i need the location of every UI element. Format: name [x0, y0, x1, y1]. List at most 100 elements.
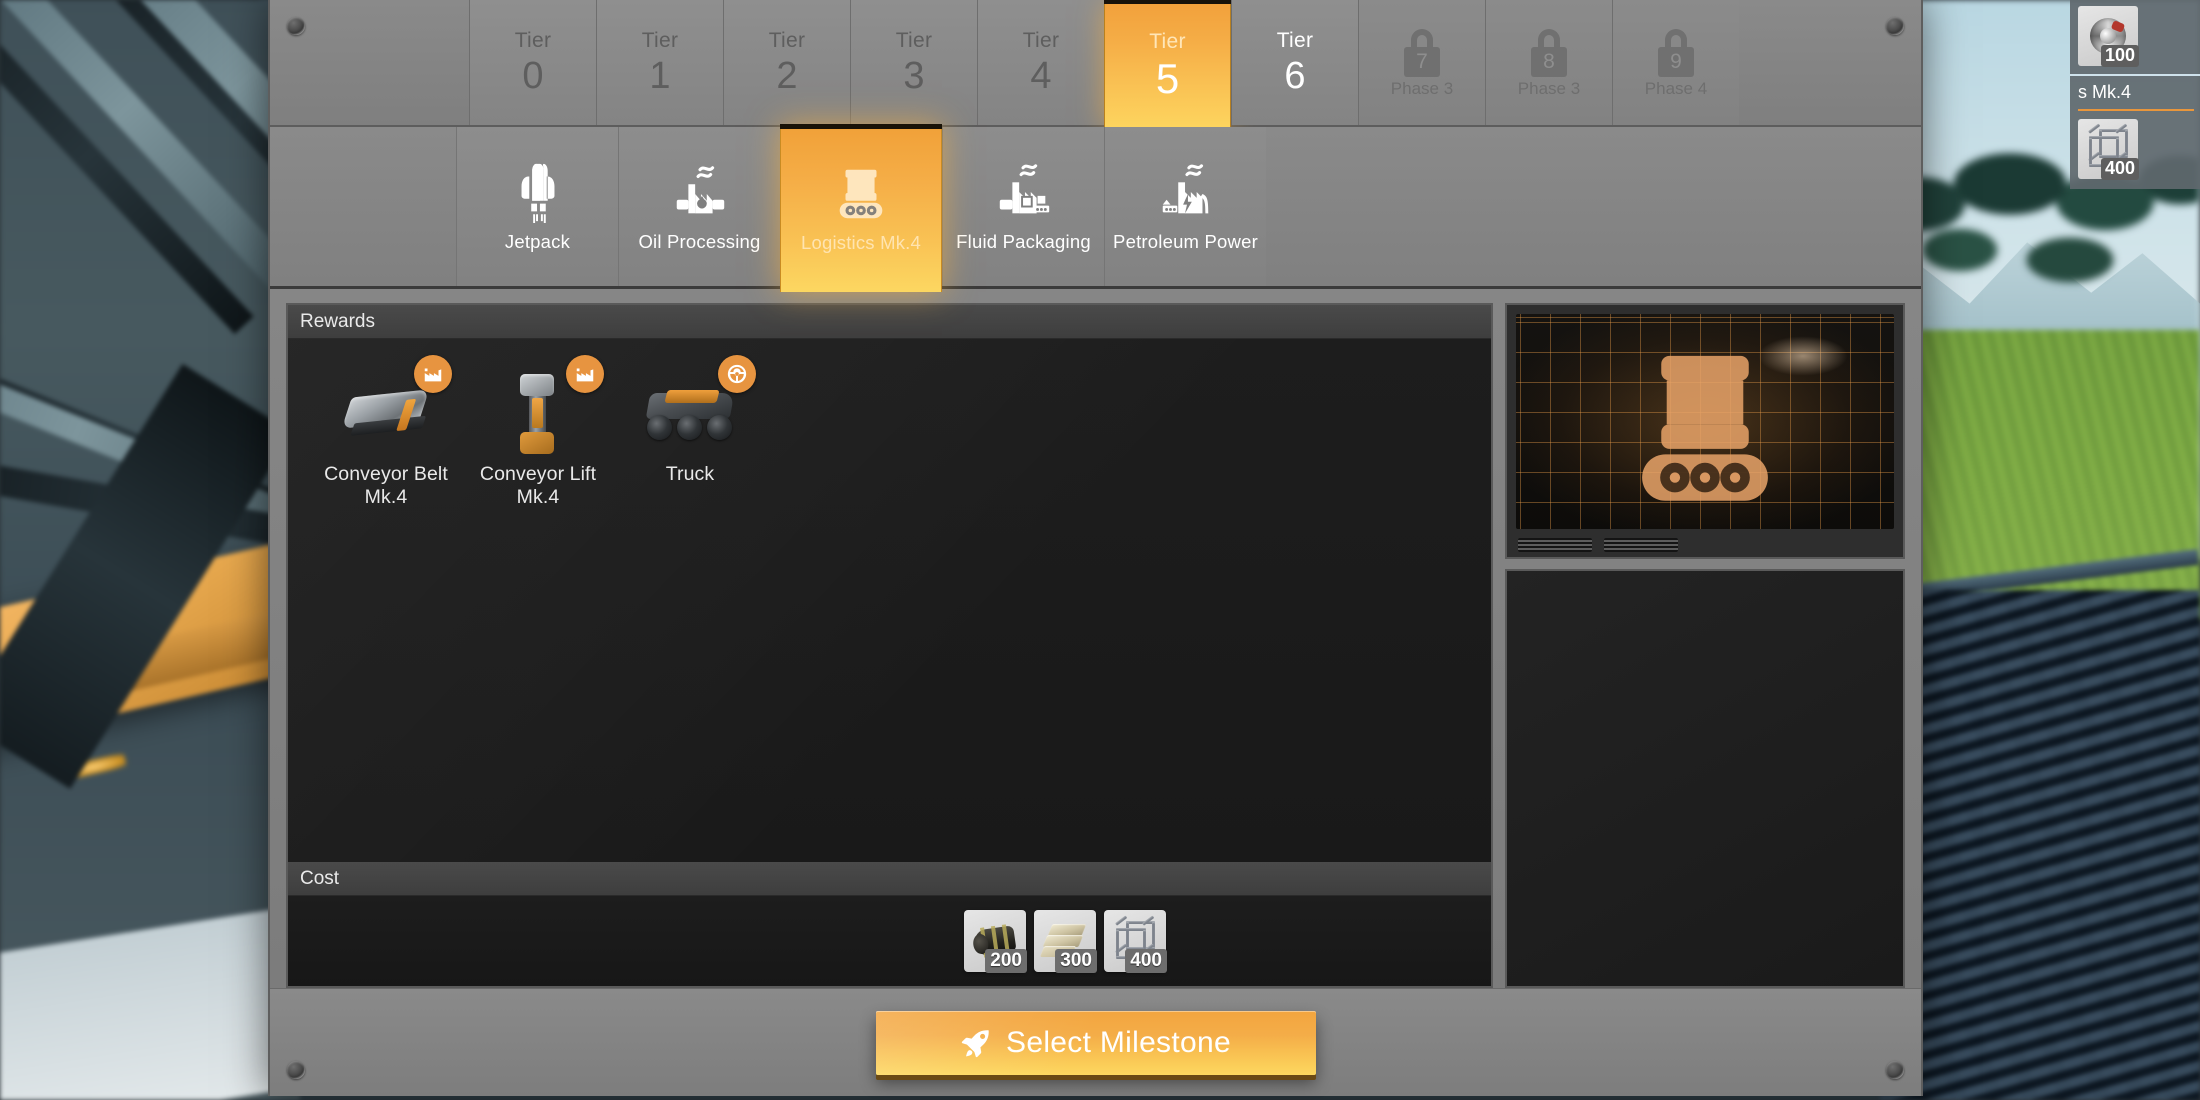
- reward-name: Conveyor Belt Mk.4: [324, 463, 448, 508]
- milestone-label: Jetpack: [504, 230, 571, 252]
- cost-list: 200 300 400: [288, 896, 1491, 986]
- milestone-tab-oil-processing[interactable]: Oil Processing: [618, 127, 780, 286]
- tier-number: 9: [1658, 46, 1694, 77]
- vent-right: [1604, 538, 1678, 552]
- reward-name-line1: Conveyor Lift: [479, 463, 597, 485]
- reward-name-line1: Conveyor Belt: [324, 463, 448, 485]
- tier-number: 2: [776, 55, 798, 97]
- cost-quantity: 300: [1055, 948, 1097, 973]
- rocket-icon: [961, 1029, 989, 1057]
- rewards-list: Conveyor Belt Mk.4 Conveyor Lift Mk.4 Tr…: [288, 339, 1491, 862]
- tier-tab-5[interactable]: Tier 5: [1104, 0, 1231, 127]
- description-panel: [1505, 569, 1905, 988]
- reward-item-conveyor-belt-mk4[interactable]: Conveyor Belt Mk.4: [310, 355, 462, 508]
- jetpack-icon: [507, 161, 569, 223]
- milestone-tab-bar: Jetpack Oil Processing Logistics Mk.4 Fl…: [270, 124, 1921, 292]
- rewards-header-label: Rewards: [300, 310, 375, 332]
- milestone-label: Oil Processing: [638, 230, 761, 252]
- tier-tab-3[interactable]: Tier 3: [850, 0, 977, 125]
- tier-tab-bar: Tier 0 Tier 1 Tier 2 Tier 3 Tier 4 Tier …: [270, 0, 1921, 127]
- cost-quantity: 400: [1125, 948, 1167, 973]
- tier-tab-8-locked: 8 Phase 3: [1485, 0, 1612, 125]
- vent-left: [1518, 538, 1592, 552]
- tier-number: 0: [522, 55, 544, 97]
- tier-phase-label: Phase 3: [1517, 78, 1581, 98]
- milestone-footer: Select Milestone: [270, 988, 1921, 1096]
- screw-icon-bottom-left: [287, 1061, 305, 1079]
- tier-phase-label: Phase 4: [1644, 78, 1708, 98]
- cost-item-cube[interactable]: 400: [1104, 910, 1167, 973]
- tier-tab-7-locked: 7 Phase 3: [1358, 0, 1485, 125]
- conveyor-lift-icon: [512, 374, 564, 454]
- milestone-tab-petroleum-power[interactable]: Petroleum Power: [1104, 127, 1266, 286]
- rewards-cost-column: Rewards Conveyor Belt Mk.4 Conveyor Lift…: [286, 303, 1493, 988]
- hud-cube-item: 400: [2078, 119, 2139, 180]
- reward-image: [642, 375, 738, 453]
- background-left-factory: [0, 0, 300, 1100]
- power-plant-icon: [1155, 161, 1217, 223]
- conveyor-logistics-icon: [830, 162, 892, 224]
- tier-tab-1[interactable]: Tier 1: [596, 0, 723, 125]
- lock-icon: 8: [1529, 28, 1569, 77]
- rewards-header: Rewards: [288, 305, 1491, 339]
- conveyor-belt-icon: [341, 386, 432, 443]
- reward-name-line2: Mk.4: [364, 485, 408, 508]
- milestone-bar-spacer: [270, 127, 456, 286]
- reward-name-line2: Mk.4: [516, 485, 560, 508]
- hud-top-card: 100: [2070, 0, 2200, 76]
- milestone-label: Petroleum Power: [1113, 230, 1258, 252]
- reward-name: Conveyor Lift Mk.4: [480, 463, 596, 508]
- tier-number: 5: [1155, 55, 1180, 102]
- milestone-label: Logistics Mk.4: [800, 232, 921, 253]
- tier-tab-4[interactable]: Tier 4: [977, 0, 1104, 125]
- tier-tab-0[interactable]: Tier 0: [469, 0, 596, 125]
- preview-frame: [1505, 303, 1905, 559]
- reward-image: [338, 375, 434, 453]
- reward-name: Truck: [666, 463, 715, 486]
- packaging-factory-icon: [993, 161, 1055, 223]
- cost-header: Cost: [288, 862, 1491, 896]
- tier-number: 1: [649, 55, 671, 97]
- hud-title: s Mk.4: [2078, 82, 2132, 102]
- preview-screen: [1516, 314, 1894, 529]
- select-milestone-label: Select Milestone: [1006, 1025, 1231, 1059]
- lock-icon: 9: [1656, 28, 1696, 77]
- screw-icon-bottom-right: [1886, 1061, 1904, 1079]
- tier-phase-label: Phase 3: [1390, 78, 1454, 98]
- tier-label: Tier: [1022, 29, 1060, 52]
- reward-name-line1: Truck: [665, 463, 715, 485]
- tier-number: 7: [1404, 46, 1440, 77]
- cost-quantity: 200: [985, 948, 1027, 973]
- tier-number: 3: [903, 55, 925, 97]
- tier-label: Tier: [1149, 30, 1186, 53]
- preview-vents: [1518, 538, 1678, 552]
- milestone-window: Tier 0 Tier 1 Tier 2 Tier 3 Tier 4 Tier …: [268, 0, 1923, 1096]
- milestone-tab-fluid-packaging[interactable]: Fluid Packaging: [942, 127, 1104, 286]
- tier-number: 8: [1531, 46, 1567, 77]
- hud-top-quantity: 100: [2100, 45, 2139, 67]
- screw-icon-top-left: [287, 17, 305, 35]
- tier-label: Tier: [514, 29, 552, 52]
- tier-label: Tier: [895, 29, 933, 52]
- conveyor-logistics-hologram-icon: [1516, 314, 1894, 529]
- milestone-bar-filler: [1266, 127, 1921, 286]
- tier-label: Tier: [641, 29, 679, 52]
- tier-tab-6[interactable]: Tier 6: [1231, 0, 1358, 125]
- reward-item-conveyor-lift-mk4[interactable]: Conveyor Lift Mk.4: [462, 355, 614, 508]
- select-milestone-button[interactable]: Select Milestone: [875, 1010, 1316, 1075]
- cost-item-cable[interactable]: 200: [964, 910, 1027, 973]
- cost-item-beam[interactable]: 300: [1034, 910, 1097, 973]
- tier-tab-9-locked: 9 Phase 4: [1612, 0, 1739, 125]
- tier-label: Tier: [768, 29, 806, 52]
- hud-bottom-card: s Mk.4 400: [2070, 76, 2200, 189]
- hud-divider: [2078, 109, 2194, 111]
- screw-icon-top-right: [1886, 17, 1904, 35]
- lock-icon: 7: [1402, 28, 1442, 77]
- milestone-tab-logistics-mk4[interactable]: Logistics Mk.4: [780, 124, 942, 292]
- reward-item-truck[interactable]: Truck: [614, 355, 766, 486]
- oil-refinery-icon: [669, 161, 731, 223]
- milestone-tab-jetpack[interactable]: Jetpack: [456, 127, 618, 286]
- hud-panel: 100 s Mk.4 400: [2070, 0, 2200, 189]
- tier-label: Tier: [1276, 29, 1314, 52]
- tier-tab-2[interactable]: Tier 2: [723, 0, 850, 125]
